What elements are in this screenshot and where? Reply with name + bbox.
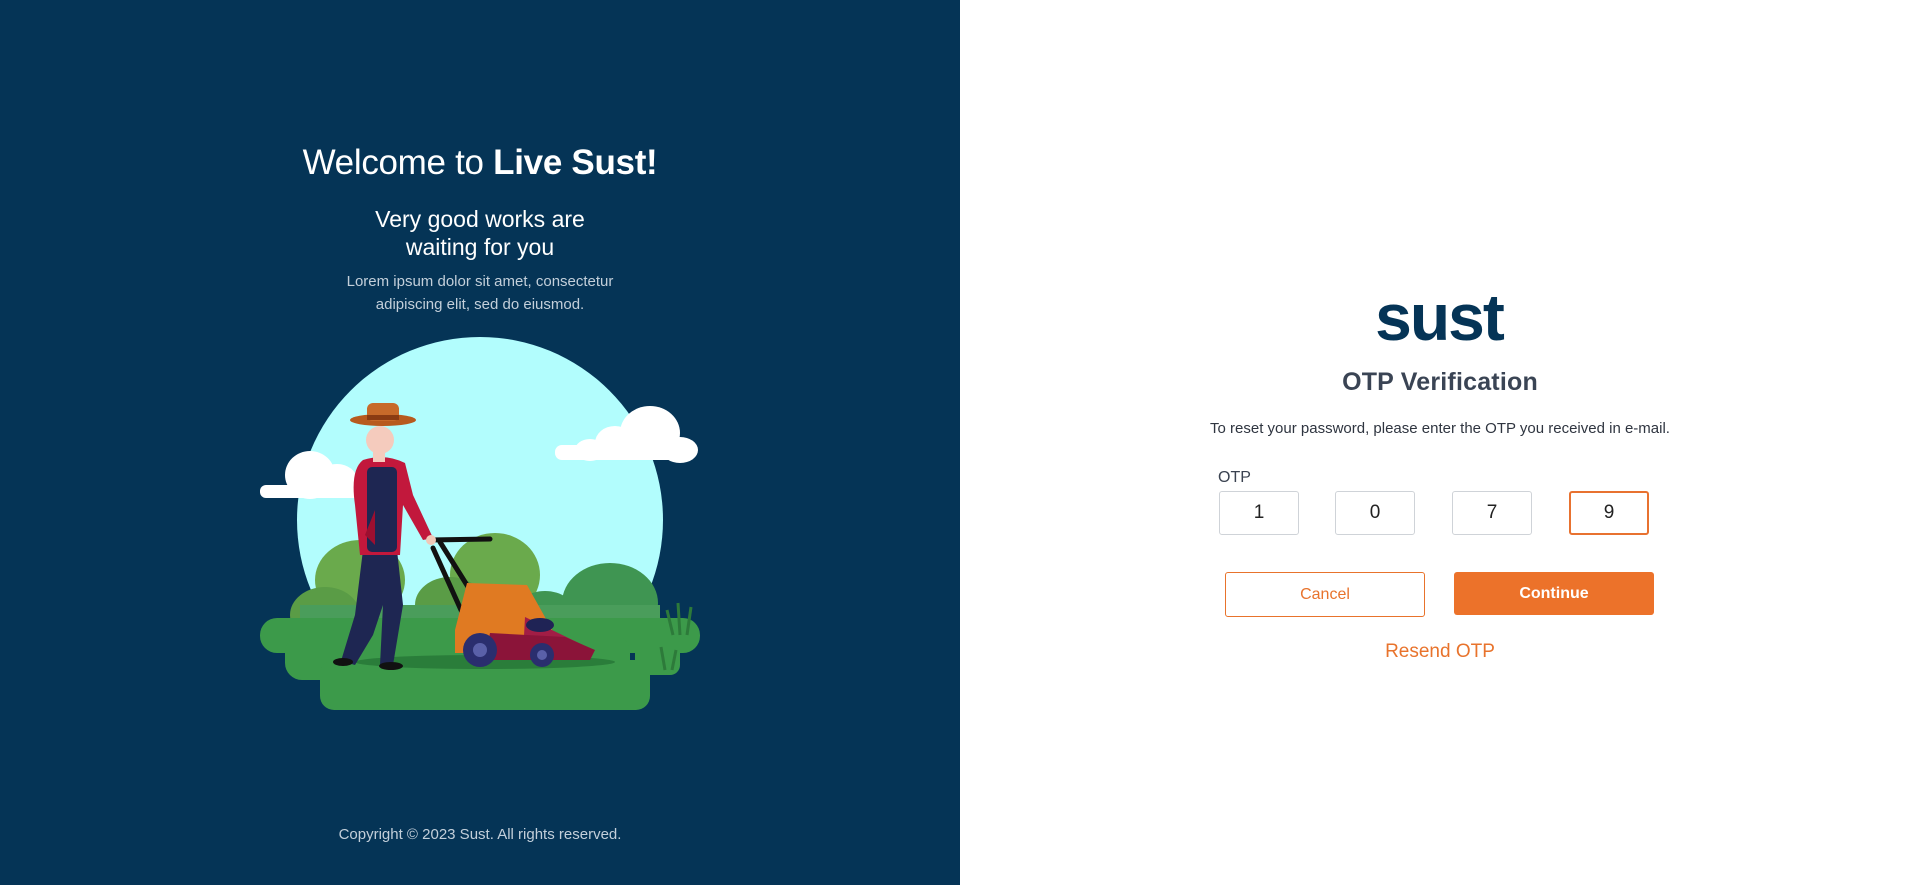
page-title: OTP Verification xyxy=(1342,368,1538,396)
copyright-text: Copyright © 2023 Sust. All rights reserv… xyxy=(338,826,622,843)
sust-logo: sust xyxy=(1375,290,1507,345)
tagline: Very good works are waiting for you xyxy=(330,205,630,261)
otp-digit-1[interactable] xyxy=(1219,491,1299,535)
description-line-1: Lorem ipsum dolor sit amet, consectetur xyxy=(346,273,614,290)
welcome-title-brand: Live Sust! xyxy=(493,143,658,182)
continue-button[interactable]: Continue xyxy=(1454,572,1654,615)
description-line-2: adipiscing elit, sed do eiusmod. xyxy=(375,296,585,313)
man-mowing-lawn-illustration xyxy=(260,337,700,710)
tagline-line-2: waiting for you xyxy=(405,234,555,260)
resend-otp-link[interactable]: Resend OTP xyxy=(1340,641,1540,663)
description-text: Lorem ipsum dolor sit amet, consectetur … xyxy=(320,270,640,316)
welcome-title-prefix: Welcome to xyxy=(302,143,494,182)
cancel-button[interactable]: Cancel xyxy=(1225,572,1425,617)
tagline-line-1: Very good works are xyxy=(375,206,585,232)
otp-label: OTP xyxy=(1218,469,1251,486)
logo-text: sust xyxy=(1375,290,1505,345)
welcome-title: Welcome to Live Sust! xyxy=(0,143,960,183)
instructions-text: To reset your password, please enter the… xyxy=(1210,420,1670,437)
otp-digit-3[interactable] xyxy=(1452,491,1532,535)
otp-digit-4[interactable] xyxy=(1569,491,1649,535)
welcome-panel: Welcome to Live Sust! Very good works ar… xyxy=(0,0,960,885)
otp-digit-2[interactable] xyxy=(1335,491,1415,535)
